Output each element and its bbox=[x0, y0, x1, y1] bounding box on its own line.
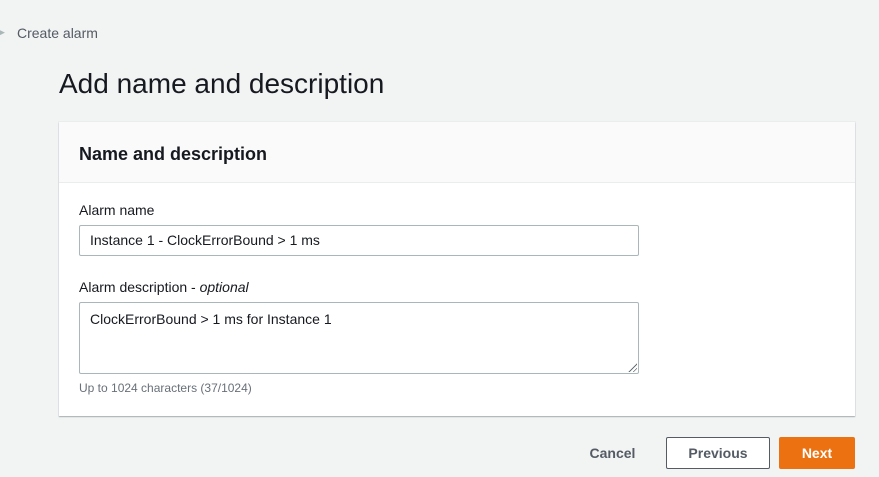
alarm-description-label-text: Alarm description - bbox=[79, 279, 200, 295]
next-button[interactable]: Next bbox=[779, 437, 855, 469]
cancel-button[interactable]: Cancel bbox=[580, 437, 645, 469]
alarm-description-label: Alarm description - optional bbox=[79, 279, 249, 295]
alarm-name-input[interactable]: Instance 1 - ClockErrorBound > 1 ms bbox=[79, 225, 639, 256]
previous-button[interactable]: Previous bbox=[666, 437, 770, 469]
name-description-panel: Name and description Alarm name Instance… bbox=[59, 122, 855, 416]
breadcrumb-chevron-icon: ▶ bbox=[0, 27, 5, 37]
resize-handle-icon[interactable] bbox=[627, 362, 637, 372]
alarm-name-label: Alarm name bbox=[79, 202, 155, 218]
page-title: Add name and description bbox=[59, 68, 385, 99]
panel-title: Name and description bbox=[79, 144, 268, 164]
breadcrumb-create-alarm: Create alarm bbox=[17, 25, 98, 41]
alarm-description-textarea[interactable]: ClockErrorBound > 1 ms for Instance 1 bbox=[79, 302, 639, 374]
alarm-description-value: ClockErrorBound > 1 ms for Instance 1 bbox=[90, 311, 332, 327]
optional-label: optional bbox=[199, 279, 249, 295]
character-count-hint: Up to 1024 characters (37/1024) bbox=[79, 381, 252, 395]
